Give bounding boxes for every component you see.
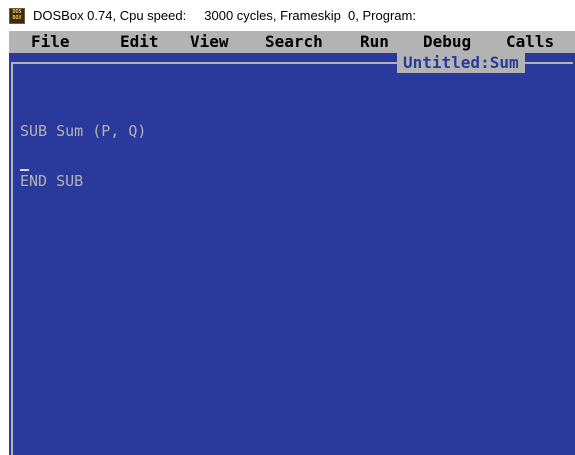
dosbox-window: DOS BOX DOSBox 0.74, Cpu speed: 3000 cyc… [0,0,575,455]
text-cursor [20,169,29,171]
title-bar[interactable]: DOS BOX DOSBox 0.74, Cpu speed: 3000 cyc… [0,0,575,31]
menu-run[interactable]: Run [360,31,389,53]
menu-file[interactable]: File [31,31,70,53]
qbasic-screen: File Edit View Search Run Debug Calls Un… [9,31,575,455]
menu-view[interactable]: View [190,31,229,53]
editor-frame-left [11,62,13,455]
icon-text-line-2: BOX [12,15,22,21]
dosbox-icon[interactable]: DOS BOX [9,8,25,24]
menu-calls[interactable]: Calls [506,31,554,53]
menu-debug[interactable]: Debug [423,31,471,53]
menu-edit[interactable]: Edit [120,31,159,53]
window-title: DOSBox 0.74, Cpu speed: 3000 cycles, Fra… [33,8,416,23]
code-line-3[interactable]: END SUB [20,172,83,190]
editor-pane[interactable]: Untitled:Sum SUB Sum (P, Q) END SUB [9,53,575,455]
menu-bar: File Edit View Search Run Debug Calls [9,31,575,53]
code-line-1[interactable]: SUB Sum (P, Q) [20,122,146,140]
menu-search[interactable]: Search [265,31,323,53]
document-title[interactable]: Untitled:Sum [397,53,525,73]
